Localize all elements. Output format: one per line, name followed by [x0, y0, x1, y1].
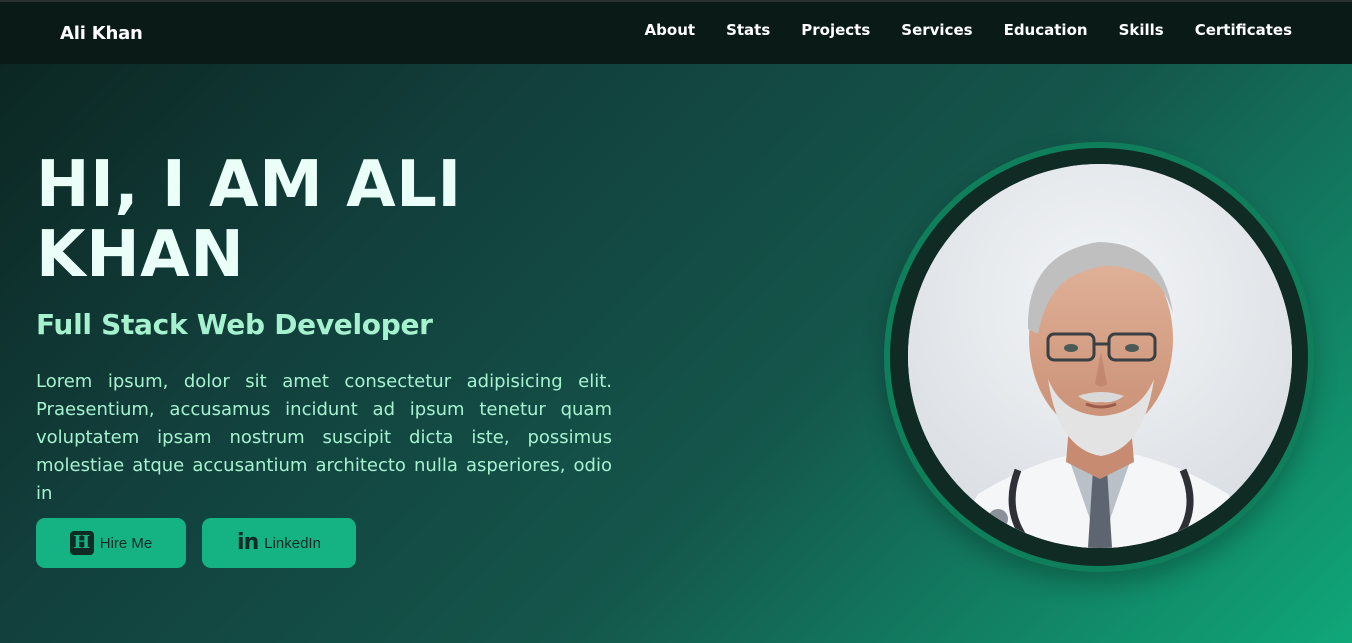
nav-link-skills[interactable]: Skills — [1119, 21, 1164, 39]
nav-link-education[interactable]: Education — [1004, 21, 1088, 39]
hire-me-label: Hire Me — [99, 534, 153, 552]
linkedin-icon: in — [237, 530, 259, 555]
brand-logo[interactable]: Ali Khan — [60, 23, 143, 44]
avatar-frame — [884, 142, 1314, 572]
navbar: Ali Khan About Stats Projects Services E… — [0, 2, 1352, 64]
nav-link-certificates[interactable]: Certificates — [1195, 21, 1292, 39]
linkedin-button[interactable]: in LinkedIn — [202, 518, 356, 568]
nav-link-stats[interactable]: Stats — [726, 21, 770, 39]
hero-description: Lorem ipsum, dolor sit amet consectetur … — [36, 371, 612, 504]
nav-link-projects[interactable]: Projects — [801, 21, 870, 39]
hire-h-icon: H — [69, 531, 94, 555]
nav-link-about[interactable]: About — [645, 21, 696, 39]
portrait-image — [908, 164, 1292, 548]
nav-links: About Stats Projects Services Education … — [645, 21, 1292, 39]
hero-title: HI, I AM ALI KHAN — [36, 150, 556, 290]
hero-subtitle: Full Stack Web Developer — [36, 308, 433, 341]
hero-title-line2: KHAN — [36, 218, 245, 292]
nav-link-services[interactable]: Services — [901, 21, 972, 39]
linkedin-label: LinkedIn — [264, 534, 321, 552]
avatar-photo — [908, 164, 1292, 548]
hero-title-line1: HI, I AM ALI — [36, 148, 462, 222]
hire-me-button[interactable]: H Hire Me — [36, 518, 186, 568]
